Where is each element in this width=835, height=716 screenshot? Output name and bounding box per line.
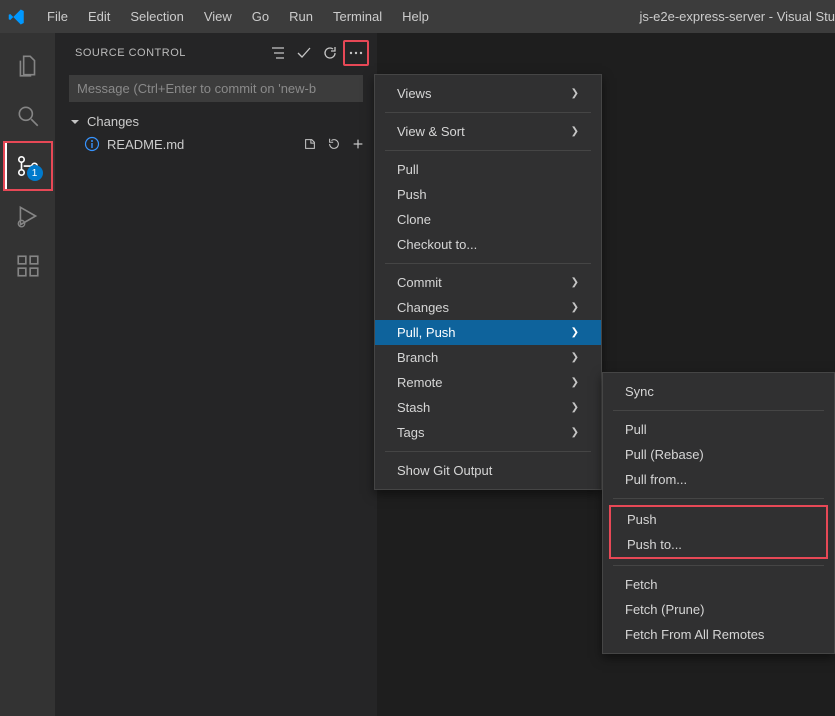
chevron-right-icon: ❯ xyxy=(571,327,579,338)
menu-edit[interactable]: Edit xyxy=(79,5,119,28)
view-as-tree-button[interactable] xyxy=(265,40,291,66)
menu-help[interactable]: Help xyxy=(393,5,438,28)
submenu-fetch[interactable]: Fetch xyxy=(603,572,834,597)
menu-view-sort[interactable]: View & Sort❯ xyxy=(375,119,601,144)
submenu-pull[interactable]: Pull xyxy=(603,417,834,442)
open-file-button[interactable] xyxy=(299,133,321,155)
menu-views[interactable]: Views❯ xyxy=(375,81,601,106)
menu-tags[interactable]: Tags❯ xyxy=(375,420,601,445)
menu-file[interactable]: File xyxy=(38,5,77,28)
info-icon xyxy=(83,135,101,153)
discard-changes-button[interactable] xyxy=(323,133,345,155)
menu-changes[interactable]: Changes❯ xyxy=(375,295,601,320)
menu-view[interactable]: View xyxy=(195,5,241,28)
extensions-tab[interactable] xyxy=(3,241,53,291)
explorer-tab[interactable] xyxy=(3,41,53,91)
commit-message-input[interactable] xyxy=(69,75,363,102)
changed-file-row[interactable]: README.md xyxy=(55,131,377,157)
menu-terminal[interactable]: Terminal xyxy=(324,5,391,28)
push-highlight-group: Push Push to... xyxy=(609,505,828,559)
menu-divider xyxy=(385,451,591,452)
menu-stash[interactable]: Stash❯ xyxy=(375,395,601,420)
submenu-sync[interactable]: Sync xyxy=(603,379,834,404)
menu-run[interactable]: Run xyxy=(280,5,322,28)
chevron-right-icon: ❯ xyxy=(571,302,579,313)
source-control-tab[interactable]: 1 xyxy=(3,141,53,191)
menu-commit[interactable]: Commit❯ xyxy=(375,270,601,295)
submenu-pull-rebase[interactable]: Pull (Rebase) xyxy=(603,442,834,467)
chevron-right-icon: ❯ xyxy=(571,126,579,137)
menu-branch[interactable]: Branch❯ xyxy=(375,345,601,370)
more-actions-menu: Views❯ View & Sort❯ Pull Push Clone Chec… xyxy=(374,74,602,490)
menu-checkout[interactable]: Checkout to... xyxy=(375,232,601,257)
submenu-fetch-all[interactable]: Fetch From All Remotes xyxy=(603,622,834,647)
submenu-push-to[interactable]: Push to... xyxy=(611,532,826,557)
submenu-fetch-prune[interactable]: Fetch (Prune) xyxy=(603,597,834,622)
menu-pull-push[interactable]: Pull, Push❯ xyxy=(375,320,601,345)
menu-divider xyxy=(385,150,591,151)
debug-tab[interactable] xyxy=(3,191,53,241)
submenu-push[interactable]: Push xyxy=(611,507,826,532)
menu-pull[interactable]: Pull xyxy=(375,157,601,182)
scm-badge: 1 xyxy=(27,165,43,181)
menu-go[interactable]: Go xyxy=(243,5,278,28)
window-title: js-e2e-express-server - Visual Stu xyxy=(639,9,835,24)
menu-divider xyxy=(613,565,824,566)
changes-header[interactable]: Changes xyxy=(55,112,377,131)
pull-push-submenu: Sync Pull Pull (Rebase) Pull from... Pus… xyxy=(602,372,835,654)
chevron-right-icon: ❯ xyxy=(571,427,579,438)
menu-show-git-output[interactable]: Show Git Output xyxy=(375,458,601,483)
chevron-down-icon xyxy=(69,116,81,128)
changes-label: Changes xyxy=(87,114,139,129)
submenu-pull-from[interactable]: Pull from... xyxy=(603,467,834,492)
vscode-icon xyxy=(8,8,26,26)
menu-remote[interactable]: Remote❯ xyxy=(375,370,601,395)
titlebar: File Edit Selection View Go Run Terminal… xyxy=(0,0,835,33)
menu-divider xyxy=(613,498,824,499)
menu-divider xyxy=(385,112,591,113)
menu-selection[interactable]: Selection xyxy=(121,5,192,28)
commit-button[interactable] xyxy=(291,40,317,66)
menu-divider xyxy=(613,410,824,411)
chevron-right-icon: ❯ xyxy=(571,402,579,413)
more-actions-button[interactable] xyxy=(343,40,369,66)
chevron-right-icon: ❯ xyxy=(571,88,579,99)
chevron-right-icon: ❯ xyxy=(571,377,579,388)
chevron-right-icon: ❯ xyxy=(571,352,579,363)
source-control-sidebar: SOURCE CONTROL Changes xyxy=(55,33,377,716)
menu-clone[interactable]: Clone xyxy=(375,207,601,232)
file-name: README.md xyxy=(107,137,184,152)
chevron-right-icon: ❯ xyxy=(571,277,579,288)
menu-push[interactable]: Push xyxy=(375,182,601,207)
menu-divider xyxy=(385,263,591,264)
sidebar-title: SOURCE CONTROL xyxy=(75,47,265,59)
activity-bar: 1 xyxy=(0,33,55,716)
main-menu: File Edit Selection View Go Run Terminal… xyxy=(38,5,438,28)
stage-changes-button[interactable] xyxy=(347,133,369,155)
refresh-button[interactable] xyxy=(317,40,343,66)
search-tab[interactable] xyxy=(3,91,53,141)
